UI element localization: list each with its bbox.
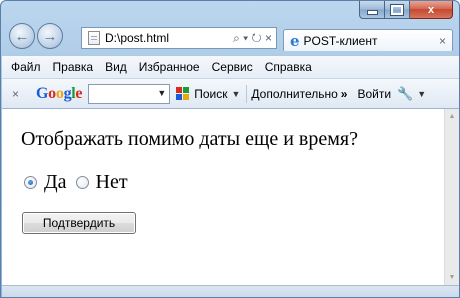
toolbar-close-icon[interactable]: ×: [12, 87, 26, 101]
back-arrow-icon: ←: [14, 27, 30, 45]
ie-logo-icon: e: [290, 31, 300, 50]
radio-no-label[interactable]: Нет: [96, 171, 128, 194]
login-button[interactable]: Войти: [357, 87, 391, 101]
google-search-icon[interactable]: [176, 86, 190, 101]
forward-button[interactable]: →: [37, 23, 63, 49]
radio-yes[interactable]: [24, 176, 37, 189]
tab-post-client[interactable]: e POST-клиент ×: [283, 29, 453, 51]
browser-window: x ← → D:\post.html ⌕ ▾ ↻ × e POST-клиент…: [0, 0, 460, 298]
maximize-button[interactable]: [385, 1, 410, 19]
menu-tools[interactable]: Сервис: [212, 60, 253, 74]
window-caption-buttons: x: [359, 1, 453, 19]
forward-arrow-icon: →: [42, 27, 58, 45]
wrench-icon[interactable]: 🔧: [397, 86, 413, 102]
menu-favorites[interactable]: Избранное: [139, 60, 200, 74]
search-options-dropdown-icon[interactable]: ▼: [232, 89, 241, 99]
search-dropdown-icon[interactable]: ▼: [157, 88, 166, 98]
settings-dropdown-icon[interactable]: ▼: [417, 89, 426, 99]
minimize-button[interactable]: [359, 1, 385, 19]
radio-no[interactable]: [75, 176, 89, 189]
radio-group: Да Нет: [24, 171, 128, 194]
menu-view[interactable]: Вид: [105, 60, 127, 74]
address-tools-icons[interactable]: ⌕ ▾ ↻ ×: [233, 31, 272, 46]
radio-yes-label[interactable]: Да: [44, 171, 67, 194]
scroll-up-icon[interactable]: ▲: [445, 109, 459, 124]
tab-title: POST-клиент: [303, 33, 378, 48]
close-window-button[interactable]: x: [410, 1, 453, 19]
navigation-buttons: ← →: [9, 23, 63, 49]
status-bar: [2, 285, 459, 297]
menu-edit[interactable]: Правка: [53, 60, 94, 74]
menu-bar: Файл Правка Вид Избранное Сервис Справка: [2, 55, 459, 78]
toolbar-separator: [246, 84, 248, 103]
menu-help[interactable]: Справка: [265, 60, 312, 74]
search-button-label[interactable]: Поиск: [194, 87, 227, 101]
submit-button[interactable]: Подтвердить: [22, 212, 136, 234]
address-url[interactable]: D:\post.html: [105, 31, 233, 45]
tab-close-icon[interactable]: ×: [439, 34, 446, 48]
vertical-scrollbar[interactable]: ▲ ▼: [444, 109, 459, 285]
chevron-right-icon[interactable]: »: [341, 87, 348, 101]
maximize-icon: [390, 3, 404, 16]
page-content: Отображать помимо даты еще и время? Да Н…: [2, 109, 445, 285]
page-icon: [88, 31, 100, 45]
address-bar[interactable]: D:\post.html ⌕ ▾ ↻ ×: [81, 27, 277, 49]
more-button[interactable]: Дополнительно: [251, 87, 337, 101]
back-button[interactable]: ←: [9, 23, 35, 49]
google-toolbar: × Google ▼ Поиск ▼ Дополнительно » Войти…: [2, 78, 459, 109]
scroll-down-icon[interactable]: ▼: [445, 270, 459, 285]
minimize-icon: [366, 10, 378, 15]
menu-file[interactable]: Файл: [11, 60, 41, 74]
google-logo[interactable]: Google: [36, 85, 83, 103]
page-question: Отображать помимо даты еще и время?: [21, 128, 358, 150]
google-search-input[interactable]: ▼: [88, 83, 171, 104]
close-icon: x: [427, 3, 435, 16]
